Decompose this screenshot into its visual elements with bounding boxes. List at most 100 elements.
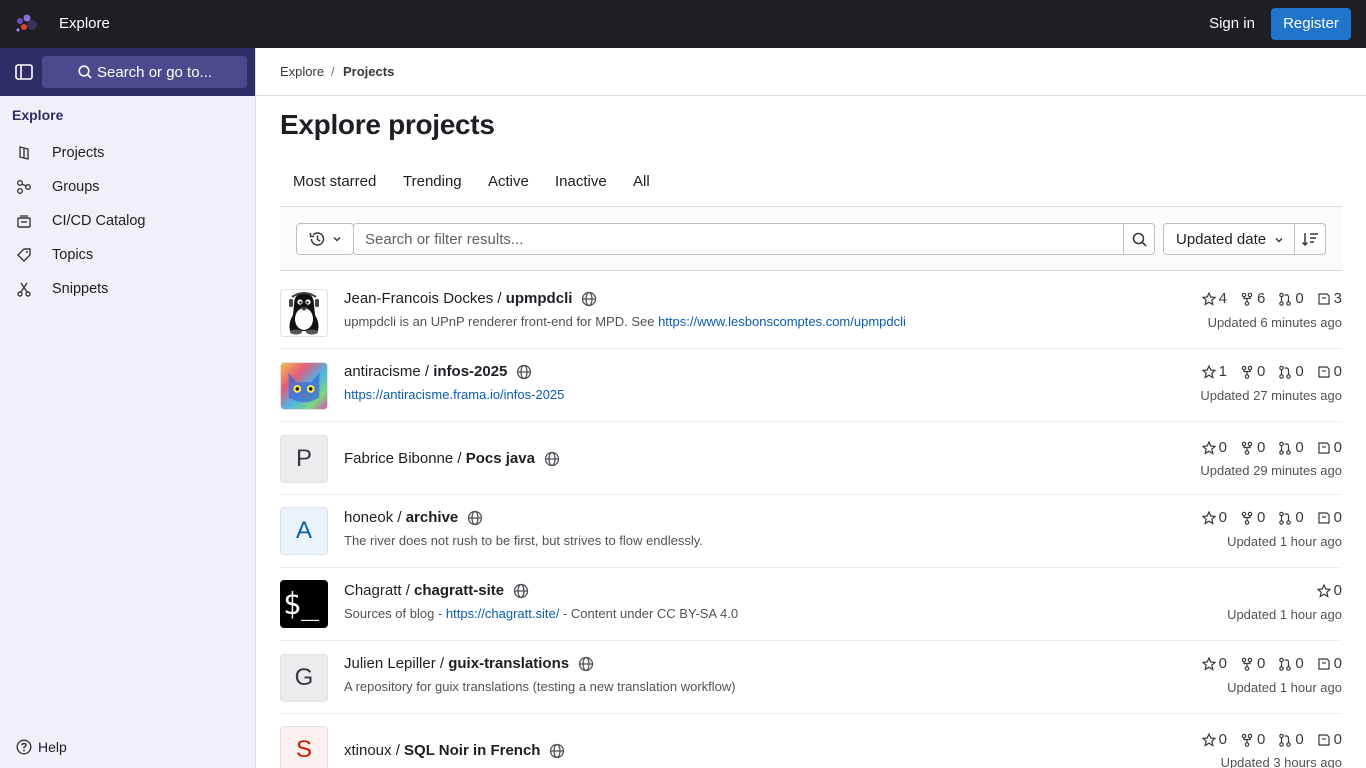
fork-icon bbox=[1241, 365, 1253, 379]
sidebar-item-groups[interactable]: Groups bbox=[8, 171, 247, 203]
project-title-link[interactable]: antiracisme / infos-2025 bbox=[344, 363, 532, 380]
star-count[interactable]: 4 bbox=[1201, 290, 1227, 307]
merge-request-count[interactable]: 0 bbox=[1278, 439, 1304, 456]
fork-count[interactable]: 0 bbox=[1240, 655, 1265, 672]
breadcrumb-projects[interactable]: Projects bbox=[343, 64, 394, 79]
sign-in-link[interactable]: Sign in bbox=[1200, 8, 1264, 40]
project-avatar[interactable]: S bbox=[280, 726, 328, 768]
merge-request-count[interactable]: 0 bbox=[1278, 363, 1304, 380]
tab-trending[interactable]: Trending bbox=[403, 173, 462, 190]
project-avatar[interactable]: A bbox=[280, 507, 328, 555]
merge-request-count[interactable]: 0 bbox=[1278, 509, 1304, 526]
project-stats: 0 0 0 0 bbox=[1201, 509, 1342, 526]
globe-icon bbox=[550, 743, 565, 758]
logo-icon[interactable] bbox=[14, 12, 40, 36]
sidebar-item-cicd-catalog[interactable]: CI/CD Catalog bbox=[8, 205, 247, 237]
search-or-go-label: Search or go to... bbox=[97, 63, 213, 81]
description-link[interactable]: https://www.lesbonscomptes.com/upmpdcli bbox=[658, 314, 906, 329]
sidebar-item-snippets[interactable]: Snippets bbox=[8, 273, 247, 305]
search-or-go-button[interactable]: Search or go to... bbox=[42, 56, 247, 88]
project-name: upmpdcli bbox=[505, 290, 573, 307]
star-count[interactable]: 0 bbox=[1201, 655, 1227, 672]
project-name: Pocs java bbox=[465, 450, 535, 467]
project-namespace: Jean-Francois Dockes / bbox=[344, 290, 502, 307]
project-avatar[interactable]: P bbox=[280, 435, 328, 483]
cat-illustration-icon bbox=[288, 372, 320, 403]
project-description: Sources of blog - https://chagratt.site/… bbox=[344, 606, 738, 621]
top-bar: Explore Sign in Register bbox=[0, 0, 1366, 48]
fork-icon bbox=[1241, 292, 1253, 306]
project-avatar[interactable]: G bbox=[280, 654, 328, 702]
project-title-link[interactable]: Julien Lepiller / guix-translations bbox=[344, 655, 594, 672]
project-namespace: antiracisme / bbox=[344, 363, 430, 380]
fork-count-value: 0 bbox=[1256, 655, 1266, 672]
project-avatar[interactable] bbox=[280, 289, 328, 337]
sidebar-item-topics[interactable]: Topics bbox=[8, 239, 247, 271]
issue-count[interactable]: 0 bbox=[1317, 439, 1342, 456]
sidebar-header: Search or go to... bbox=[0, 48, 255, 96]
project-description: The river does not rush to be first, but… bbox=[344, 533, 703, 548]
project-stats: 0 0 0 0 bbox=[1201, 655, 1342, 672]
project-avatar[interactable] bbox=[280, 362, 328, 410]
project-title-link[interactable]: Jean-Francois Dockes / upmpdcli bbox=[344, 290, 597, 307]
issue-count[interactable]: 0 bbox=[1317, 509, 1342, 526]
register-button[interactable]: Register bbox=[1271, 8, 1351, 40]
merge-request-count[interactable]: 0 bbox=[1278, 655, 1304, 672]
fork-count[interactable]: 0 bbox=[1240, 363, 1265, 380]
issue-count[interactable]: 0 bbox=[1317, 655, 1342, 672]
project-stats: 4 6 0 3 bbox=[1201, 290, 1342, 307]
fork-count[interactable]: 6 bbox=[1240, 290, 1265, 307]
sort-dropdown[interactable]: Updated date bbox=[1163, 223, 1295, 255]
merge-request-count-value: 0 bbox=[1295, 439, 1304, 456]
sidebar-item-projects[interactable]: Projects bbox=[8, 137, 247, 169]
sidebar-toggle-icon[interactable] bbox=[13, 62, 35, 82]
project-title-link[interactable]: Chagratt / chagratt-site bbox=[344, 582, 529, 599]
project-tabs: Most starred Trending Active Inactive Al… bbox=[280, 160, 1342, 207]
merge-request-count[interactable]: 0 bbox=[1278, 290, 1304, 307]
issue-icon bbox=[1318, 292, 1330, 305]
sort-direction-button[interactable] bbox=[1294, 223, 1326, 255]
project-title-link[interactable]: xtinoux / SQL Noir in French bbox=[344, 742, 565, 759]
tab-all[interactable]: All bbox=[633, 173, 650, 190]
description-text: - Content under CC BY-SA 4.0 bbox=[559, 606, 739, 621]
filter-bar: Updated date bbox=[280, 207, 1342, 271]
merge-request-count[interactable]: 0 bbox=[1278, 731, 1304, 748]
issue-icon bbox=[1318, 365, 1330, 378]
project-namespace: xtinoux / bbox=[344, 742, 400, 759]
star-count[interactable]: 1 bbox=[1201, 363, 1227, 380]
issue-icon bbox=[1318, 733, 1330, 746]
project-title-link[interactable]: Fabrice Bibonne / Pocs java bbox=[344, 450, 560, 467]
help-button[interactable]: Help bbox=[16, 739, 67, 755]
merge-request-icon bbox=[1279, 365, 1292, 379]
globe-icon bbox=[582, 291, 597, 306]
fork-count[interactable]: 0 bbox=[1240, 509, 1265, 526]
project-stats: 0 0 0 0 bbox=[1201, 439, 1342, 456]
description-link[interactable]: https://antiracisme.frama.io/infos-2025 bbox=[344, 387, 564, 402]
fork-count[interactable]: 0 bbox=[1240, 439, 1265, 456]
star-count[interactable]: 0 bbox=[1201, 731, 1227, 748]
catalog-icon bbox=[16, 213, 32, 229]
merge-request-icon bbox=[1279, 733, 1292, 747]
updated-time: Updated 1 hour ago bbox=[1227, 534, 1342, 549]
star-icon bbox=[1201, 440, 1216, 455]
issue-count[interactable]: 0 bbox=[1317, 363, 1342, 380]
fork-count[interactable]: 0 bbox=[1240, 731, 1265, 748]
search-filter-input[interactable] bbox=[353, 223, 1124, 255]
sort-lowest-icon bbox=[1301, 233, 1318, 247]
breadcrumb-explore[interactable]: Explore bbox=[280, 64, 324, 79]
issue-count-value: 3 bbox=[1333, 290, 1342, 307]
star-count[interactable]: 0 bbox=[1201, 509, 1227, 526]
tab-inactive[interactable]: Inactive bbox=[555, 173, 607, 190]
issue-count[interactable]: 3 bbox=[1317, 290, 1342, 307]
project-title-link[interactable]: honeok / archive bbox=[344, 509, 483, 526]
recent-searches-button[interactable] bbox=[296, 223, 354, 255]
description-link[interactable]: https://chagratt.site/ bbox=[446, 606, 559, 621]
issue-count[interactable]: 0 bbox=[1317, 731, 1342, 748]
fork-icon bbox=[1241, 657, 1253, 671]
project-avatar[interactable]: $_ bbox=[280, 580, 328, 628]
star-count[interactable]: 0 bbox=[1201, 439, 1227, 456]
tab-most-starred[interactable]: Most starred bbox=[293, 173, 376, 190]
tab-active[interactable]: Active bbox=[488, 173, 529, 190]
search-submit-button[interactable] bbox=[1123, 223, 1155, 255]
star-count[interactable]: 0 bbox=[1316, 582, 1342, 599]
